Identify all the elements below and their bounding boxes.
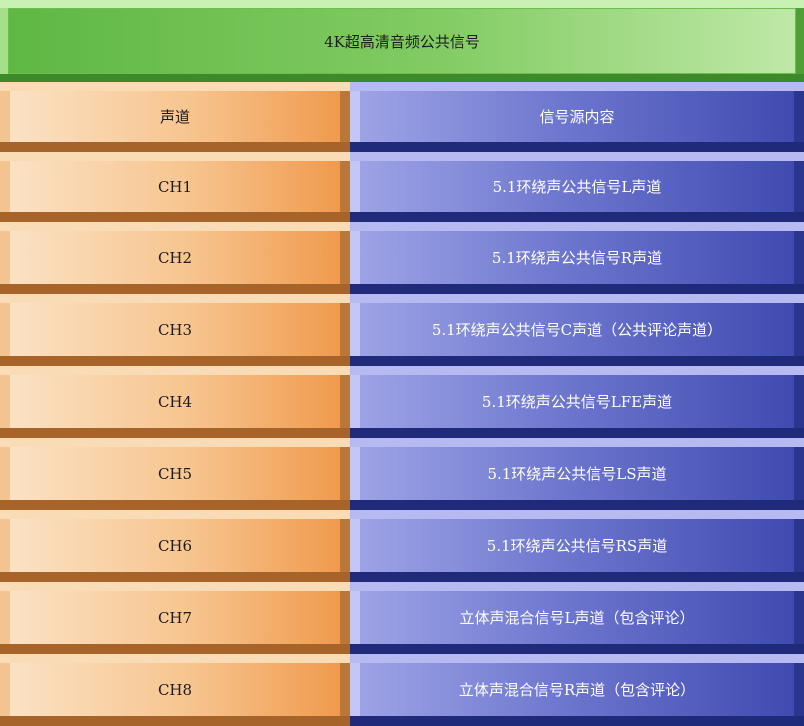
table-row-channel: CH7 [0,582,350,654]
channel-label: CH3 [10,303,340,356]
content-label: 5.1环绕声公共信号L声道 [360,161,794,212]
table-row-content: 立体声混合信号L声道（包含评论） [350,582,804,654]
table-header: 4K超高清音频公共信号 [0,0,804,82]
content-label: 5.1环绕声公共信号RS声道 [360,519,794,572]
column-header-channel: 声道 [0,82,350,152]
content-label: 5.1环绕声公共信号R声道 [360,231,794,284]
table-row-content: 5.1环绕声公共信号LFE声道 [350,366,804,438]
table-row-channel: CH5 [0,438,350,510]
channel-label: CH5 [10,447,340,500]
table-row-content: 5.1环绕声公共信号LS声道 [350,438,804,510]
column-header-channel-label: 声道 [10,91,340,142]
content-label: 立体声混合信号R声道（包含评论） [360,663,794,716]
table-row-content: 5.1环绕声公共信号R声道 [350,222,804,294]
column-header-content: 信号源内容 [350,82,804,152]
channel-label: CH7 [10,591,340,644]
content-label: 立体声混合信号L声道（包含评论） [360,591,794,644]
channel-label: CH8 [10,663,340,716]
channel-label: CH4 [10,375,340,428]
table-row-content: 5.1环绕声公共信号L声道 [350,152,804,222]
channel-label: CH2 [10,231,340,284]
signal-table: 4K超高清音频公共信号 声道 信号源内容 CH1 5.1环绕声公共信号L声道 C… [0,0,804,726]
table-row-channel: CH4 [0,366,350,438]
channel-label: CH6 [10,519,340,572]
table-row-channel: CH8 [0,654,350,726]
table-row-channel: CH2 [0,222,350,294]
table-row-channel: CH1 [0,152,350,222]
header-title: 4K超高清音频公共信号 [9,9,795,73]
content-label: 5.1环绕声公共信号LFE声道 [360,375,794,428]
content-label: 5.1环绕声公共信号LS声道 [360,447,794,500]
table-row-channel: CH6 [0,510,350,582]
table-row-content: 立体声混合信号R声道（包含评论） [350,654,804,726]
table-row-content: 5.1环绕声公共信号C声道（公共评论声道） [350,294,804,366]
table-row-content: 5.1环绕声公共信号RS声道 [350,510,804,582]
channel-label: CH1 [10,161,340,212]
column-header-content-label: 信号源内容 [360,91,794,142]
content-label: 5.1环绕声公共信号C声道（公共评论声道） [360,303,794,356]
table-row-channel: CH3 [0,294,350,366]
